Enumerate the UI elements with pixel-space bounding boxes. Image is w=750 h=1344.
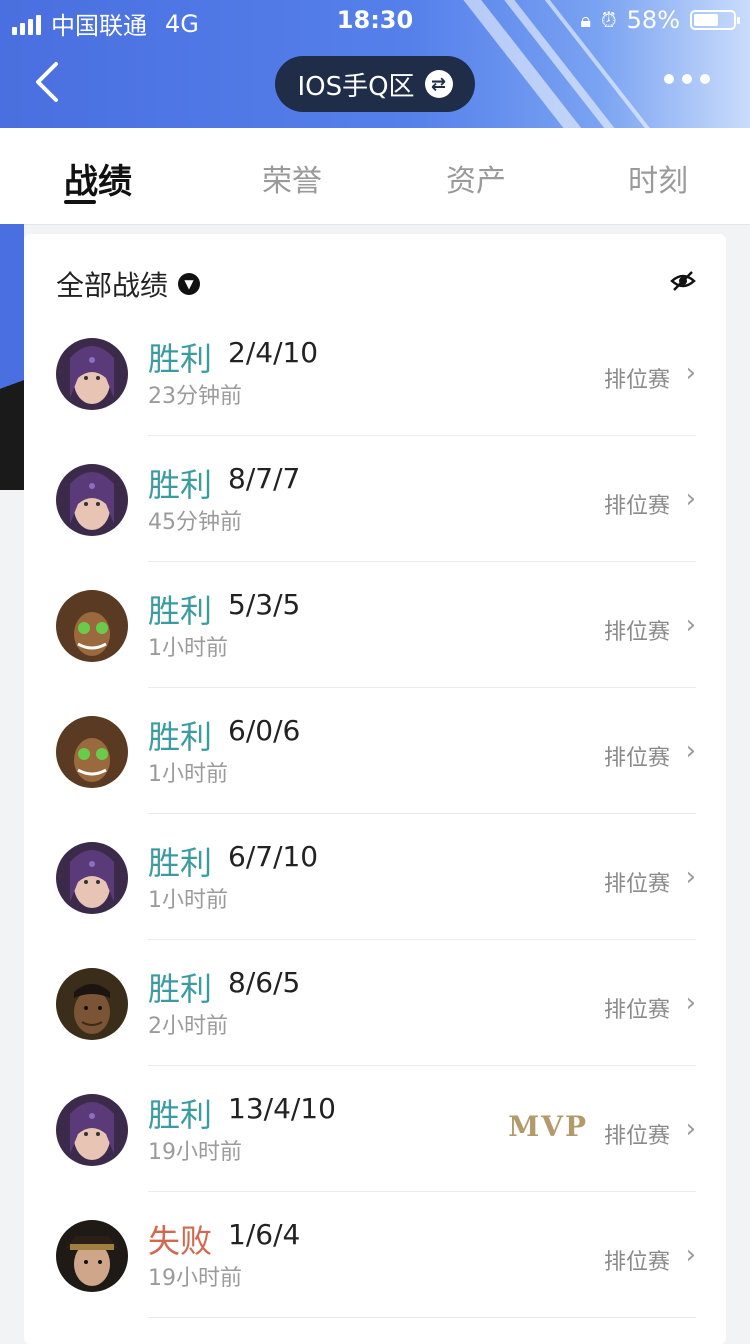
chevron-right-icon: ›	[685, 484, 696, 514]
chevron-right-icon: ›	[685, 736, 696, 766]
mode-label: 排位赛	[603, 494, 670, 519]
mode-label: 排位赛	[603, 620, 670, 645]
records-card: 全部战绩 ▼ 胜利 2/4/10 23分钟前 排位赛 › 胜利 8/7/7 45分钟前 排位赛 ›…	[24, 234, 726, 1344]
time-label: 19小时前	[148, 1140, 242, 1165]
time-label: 19小时前	[148, 1266, 242, 1291]
tab-assets[interactable]: 资产	[446, 156, 506, 200]
record-row[interactable]: 胜利 8/6/5 2小时前 排位赛 ›	[24, 940, 726, 1066]
chevron-right-icon: ›	[685, 988, 696, 1018]
chevron-right-icon: ›	[685, 862, 696, 892]
kda-label: 13/4/10	[228, 1092, 336, 1125]
tab-moments[interactable]: 时刻	[628, 156, 688, 200]
result-label: 失败	[148, 1222, 213, 1260]
server-label: IOS手Q区	[297, 71, 415, 102]
time-label: 1小时前	[148, 762, 228, 787]
chevron-down-icon: ▼	[178, 273, 201, 295]
battery-icon	[690, 10, 740, 30]
result-label: 胜利	[148, 718, 213, 756]
hero-avatar	[56, 842, 128, 914]
kda-label: 5/3/5	[228, 588, 301, 621]
result-label: 胜利	[148, 466, 213, 504]
kda-label: 2/4/10	[228, 336, 319, 369]
result-label: 胜利	[148, 1096, 213, 1134]
record-row[interactable]: 胜利 6/0/6 1小时前 排位赛 ›	[24, 688, 726, 814]
result-label: 胜利	[148, 340, 213, 378]
hero-avatar	[56, 716, 128, 788]
record-row[interactable]: 胜利 5/3/5 1小时前 排位赛 ›	[24, 562, 726, 688]
status-bar: 中国联通 4G 18:30 🔒︎ ⏰︎ 58%	[0, 0, 750, 40]
kda-label: 8/7/7	[228, 462, 301, 495]
hero-avatar	[56, 1220, 128, 1292]
time-label: 1小时前	[148, 636, 228, 661]
battery-percent: 58%	[626, 6, 680, 34]
result-label: 胜利	[148, 970, 213, 1008]
nav-bar: IOS手Q区 ⇄	[0, 40, 750, 128]
tab-honor[interactable]: 荣誉	[262, 156, 322, 200]
time-label: 1小时前	[148, 888, 228, 913]
mode-label: 排位赛	[603, 1124, 670, 1149]
record-row[interactable]: 胜利 2/4/10 23分钟前 排位赛 ›	[24, 310, 726, 436]
mode-label: 排位赛	[603, 746, 670, 771]
mode-label: 排位赛	[603, 998, 670, 1023]
row-divider	[148, 1317, 696, 1318]
mode-label: 排位赛	[603, 872, 670, 897]
kda-label: 6/7/10	[228, 840, 319, 873]
chevron-right-icon: ›	[685, 1114, 696, 1144]
chevron-right-icon: ›	[685, 610, 696, 640]
filter-label: 全部战绩	[56, 269, 169, 302]
kda-label: 6/0/6	[228, 714, 301, 747]
back-icon[interactable]	[30, 60, 74, 104]
mode-label: 排位赛	[603, 368, 670, 393]
left-decoration	[0, 224, 24, 490]
time-label: 23分钟前	[148, 384, 242, 409]
result-label: 胜利	[148, 592, 213, 630]
mvp-badge: MVP	[508, 1110, 588, 1143]
record-row[interactable]: 胜利 8/7/7 45分钟前 排位赛 ›	[24, 436, 726, 562]
alarm-icon: ⏰︎	[601, 8, 617, 32]
mode-label: 排位赛	[603, 1250, 670, 1275]
hero-avatar	[56, 590, 128, 662]
tab-bar: 战绩 荣誉 资产 时刻	[0, 128, 750, 225]
kda-label: 1/6/4	[228, 1218, 301, 1251]
rotation-lock-icon: 🔒︎	[580, 8, 592, 32]
tab-underline	[64, 200, 96, 204]
record-row[interactable]: 胜利 6/7/10 1小时前 排位赛 ›	[24, 814, 726, 940]
record-row[interactable]: 失败 1/6/4 19小时前 排位赛 ›	[24, 1192, 726, 1318]
header: 中国联通 4G 18:30 🔒︎ ⏰︎ 58% IOS手Q区 ⇄	[0, 0, 750, 128]
hero-avatar	[56, 1094, 128, 1166]
result-label: 胜利	[148, 844, 213, 882]
hero-avatar	[56, 968, 128, 1040]
more-icon[interactable]	[664, 74, 710, 84]
swap-icon: ⇄	[424, 70, 453, 98]
tab-record[interactable]: 战绩	[64, 154, 132, 203]
record-row[interactable]: 胜利 13/4/10 19小时前 MVP 排位赛 ›	[24, 1066, 726, 1192]
server-switch-button[interactable]: IOS手Q区 ⇄	[275, 56, 475, 112]
hero-avatar	[56, 338, 128, 410]
hero-avatar	[56, 464, 128, 536]
hide-eye-icon[interactable]	[670, 268, 696, 294]
chevron-right-icon: ›	[685, 1240, 696, 1270]
chevron-right-icon: ›	[685, 358, 696, 388]
time-label: 45分钟前	[148, 510, 242, 535]
kda-label: 8/6/5	[228, 966, 301, 999]
filter-dropdown[interactable]: 全部战绩 ▼	[56, 264, 201, 304]
time-label: 2小时前	[148, 1014, 228, 1039]
